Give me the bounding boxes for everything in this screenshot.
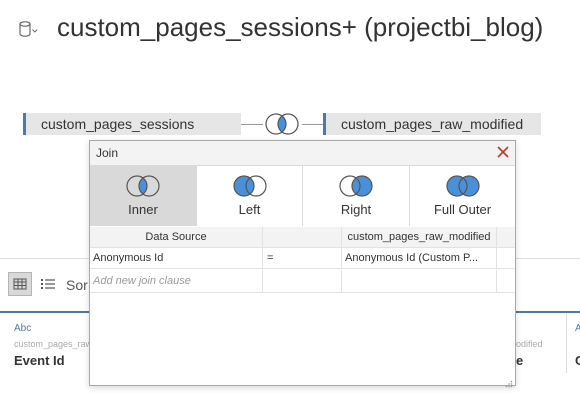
column-type: A (575, 323, 580, 334)
join-type-inner-button[interactable]: Inner (90, 165, 197, 226)
column-source: custom_pages_raw (14, 339, 93, 349)
sort-label[interactable]: Sor (66, 277, 88, 293)
list-view-icon[interactable] (36, 272, 60, 296)
add-join-clause-row[interactable]: Add new join clause (90, 270, 515, 293)
inner-join-icon[interactable] (262, 112, 302, 136)
join-clause-row[interactable]: Anonymous Id = Anonymous Id (Custom P... (90, 248, 515, 269)
column-name: Event Id (14, 353, 65, 368)
left-source-header[interactable]: Data Source (90, 227, 263, 247)
join-type-selector: Inner Left Right Full Outer (90, 165, 515, 228)
column-name: C (575, 353, 580, 368)
column-header[interactable]: A C (575, 313, 580, 373)
full-outer-join-icon (445, 175, 480, 197)
header-spacer (497, 227, 515, 247)
join-operator[interactable]: = (263, 248, 342, 268)
join-connector-line (241, 124, 263, 125)
column-name: e (516, 353, 524, 368)
join-connector-line (302, 124, 323, 125)
dialog-title: Join (96, 146, 119, 160)
column-source: odified (516, 339, 543, 349)
left-table-pill[interactable]: custom_pages_sessions (23, 113, 241, 135)
join-type-full-outer-button[interactable]: Full Outer (410, 165, 515, 226)
column-type: Abc (14, 323, 32, 334)
column-header[interactable]: odified e (516, 313, 543, 373)
empty-cell (342, 270, 497, 292)
join-clause-header-row: Data Source custom_pages_raw_modified (90, 227, 515, 248)
join-type-left-button[interactable]: Left (197, 165, 303, 226)
dialog-header: Join (90, 141, 515, 166)
column-divider (566, 313, 567, 373)
add-join-clause[interactable]: Add new join clause (90, 270, 263, 292)
join-type-label: Left (238, 202, 261, 217)
right-table-pill[interactable]: custom_pages_raw_modified (323, 113, 541, 135)
row-spacer (497, 270, 515, 292)
column-header[interactable]: Abc custom_pages_raw Event Id (14, 313, 92, 373)
right-source-header[interactable]: custom_pages_raw_modified (342, 227, 497, 247)
inner-join-icon (126, 175, 160, 197)
join-type-label: Inner (128, 202, 158, 217)
operator-header (263, 227, 342, 247)
left-field[interactable]: Anonymous Id (90, 248, 263, 268)
join-type-label: Right (340, 202, 372, 217)
page-title: custom_pages_sessions+ (projectbi_blog) (57, 12, 544, 42)
join-dialog: Join Inner Left Right Full Outer Data So… (89, 140, 516, 388)
column-source (575, 339, 580, 349)
column-type (516, 323, 543, 334)
resize-grip-icon[interactable] (505, 375, 513, 388)
database-icon[interactable] (18, 20, 40, 40)
close-icon[interactable] (495, 144, 511, 160)
join-type-right-button[interactable]: Right (303, 165, 410, 226)
right-field[interactable]: Anonymous Id (Custom P... (342, 248, 497, 268)
grid-view-icon[interactable] (8, 272, 32, 296)
right-join-icon (339, 175, 373, 197)
join-type-label: Full Outer (433, 202, 492, 217)
empty-cell (263, 270, 342, 292)
row-spacer (497, 248, 515, 268)
left-join-icon (232, 175, 267, 197)
